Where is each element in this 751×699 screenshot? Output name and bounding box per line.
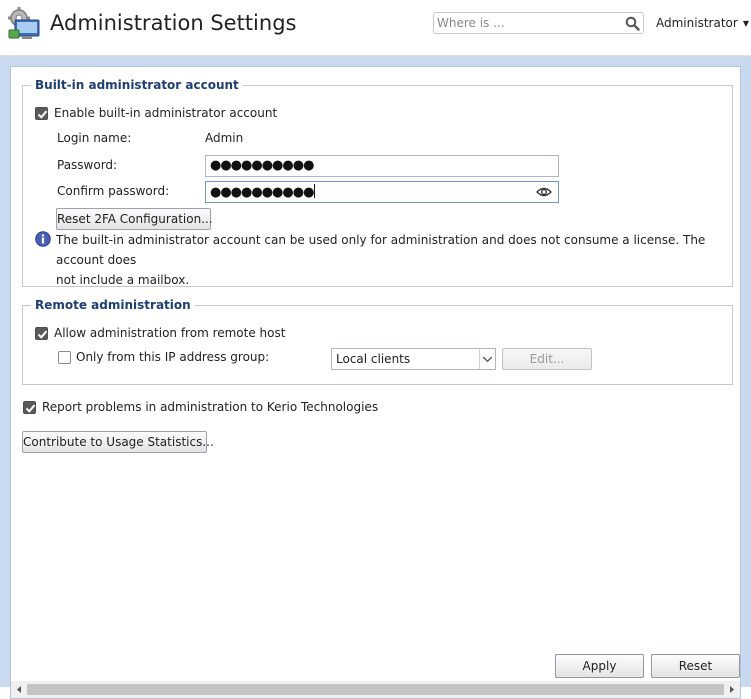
apply-button[interactable]: Apply: [555, 654, 644, 678]
horizontal-scrollbar[interactable]: [11, 681, 740, 698]
header: Administration Settings Administrator ▼: [0, 0, 751, 56]
user-menu-label: Administrator: [656, 16, 738, 30]
ip-group-select[interactable]: Local clients: [331, 348, 496, 370]
info-line-2: not include a mailbox.: [56, 273, 190, 287]
enable-builtin-checkbox[interactable]: [35, 107, 48, 120]
admin-settings-icon: [8, 7, 40, 39]
edit-ip-group-button[interactable]: Edit...: [502, 348, 592, 370]
confirm-password-value: ●●●●●●●●●●: [210, 185, 314, 200]
ip-group-checkbox[interactable]: [58, 351, 71, 364]
allow-remote-checkbox[interactable]: [35, 327, 48, 340]
chevron-down-icon[interactable]: [479, 349, 495, 369]
allow-remote-label[interactable]: Allow administration from remote host: [54, 326, 285, 340]
report-problems-label[interactable]: Report problems in administration to Ker…: [42, 400, 378, 414]
report-problems-checkbox[interactable]: [23, 401, 36, 414]
page-title: Administration Settings: [50, 11, 297, 35]
scroll-right-icon[interactable]: [727, 684, 737, 695]
reset-button[interactable]: Reset: [651, 654, 740, 678]
eye-icon[interactable]: [536, 186, 552, 198]
enable-builtin-label[interactable]: Enable built-in administrator account: [54, 106, 277, 120]
confirm-password-field[interactable]: ●●●●●●●●●●: [205, 181, 559, 203]
password-field[interactable]: ●●●●●●●●●●: [205, 155, 559, 177]
settings-panel: Built-in administrator account Enable bu…: [10, 66, 741, 699]
scroll-left-icon[interactable]: [14, 684, 24, 695]
confirm-password-label: Confirm password:: [57, 184, 170, 198]
remote-admin-group: Remote administration: [22, 298, 733, 385]
login-name-label: Login name:: [57, 131, 132, 145]
content-frame: Built-in administrator account Enable bu…: [0, 56, 751, 699]
user-menu[interactable]: Administrator ▼: [656, 16, 749, 30]
builtin-admin-legend: Built-in administrator account: [35, 78, 239, 92]
info-icon: [35, 231, 51, 247]
usage-statistics-button[interactable]: Contribute to Usage Statistics...: [22, 431, 214, 453]
search-box[interactable]: [433, 12, 644, 34]
remote-admin-legend: Remote administration: [35, 298, 191, 312]
ip-group-label[interactable]: Only from this IP address group:: [76, 350, 269, 364]
text-caret: [314, 184, 316, 198]
search-icon[interactable]: [625, 16, 640, 31]
search-input[interactable]: [437, 15, 617, 31]
password-label: Password:: [57, 158, 118, 172]
scrollbar-thumb[interactable]: [27, 684, 724, 695]
ip-group-select-value: Local clients: [336, 352, 411, 366]
password-value: ●●●●●●●●●●: [210, 158, 314, 173]
reset-2fa-button[interactable]: Reset 2FA Configuration...: [56, 208, 213, 230]
login-name-value: Admin: [205, 131, 244, 145]
info-line-1: The built-in administrator account can b…: [56, 233, 706, 267]
caret-down-icon: ▼: [742, 19, 749, 28]
builtin-info-text: The built-in administrator account can b…: [56, 230, 726, 290]
